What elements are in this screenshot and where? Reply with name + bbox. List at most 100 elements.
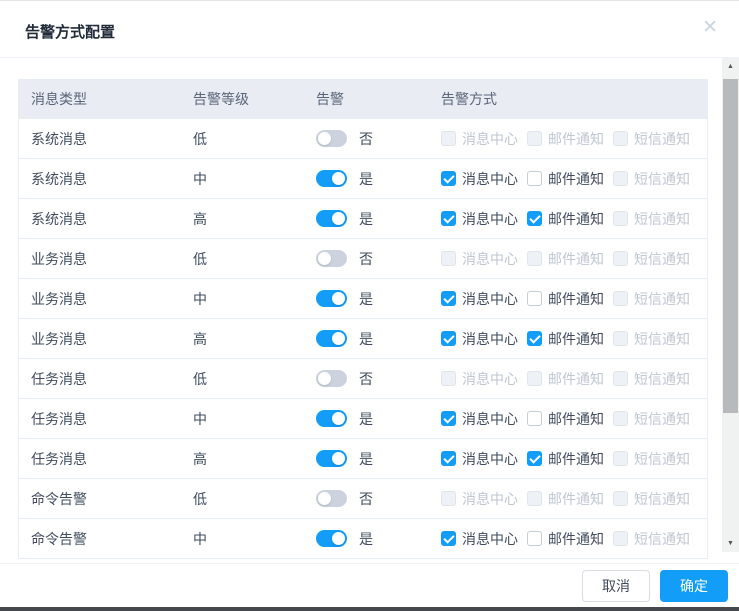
method-checkbox-sms: 短信通知 — [613, 489, 690, 509]
method-checkbox-email: 邮件通知 — [527, 369, 604, 389]
message-type-label: 任务消息 — [31, 370, 87, 387]
toggle-knob-icon — [318, 132, 331, 145]
method-checkbox-email[interactable]: 邮件通知 — [527, 209, 604, 229]
alert-methods-cell: 消息中心 邮件通知 短信通知 — [438, 489, 707, 509]
alert-toggle[interactable] — [316, 410, 347, 427]
window-bottom-edge — [0, 607, 739, 611]
alert-toggle[interactable] — [316, 370, 347, 387]
alert-toggle-state-label: 是 — [359, 410, 373, 427]
checkbox-icon — [613, 451, 628, 466]
cancel-button[interactable]: 取消 — [582, 570, 650, 602]
method-checkbox-message-center[interactable]: 消息中心 — [441, 529, 518, 549]
alert-toggle[interactable] — [316, 290, 347, 307]
header-alert: 告警 — [316, 91, 344, 107]
toggle-knob-icon — [332, 332, 345, 345]
dialog-footer: 取消 确定 — [0, 563, 739, 608]
table-row: 任务消息 中 是 消息中心 邮件通知 短信通知 — [19, 398, 707, 438]
table-row: 系统消息 高 是 消息中心 邮件通知 短信通知 — [19, 198, 707, 238]
alert-config-dialog: 告警方式配置 ✕ 消息类型 告警等级 告警 告警方式 系统消息 低 否 消息中心… — [0, 0, 739, 611]
alert-toggle[interactable] — [316, 450, 347, 467]
method-checkbox-email[interactable]: 邮件通知 — [527, 529, 604, 549]
checkbox-icon — [441, 171, 456, 186]
alert-toggle[interactable] — [316, 250, 347, 267]
checkbox-icon — [527, 131, 542, 146]
method-checkbox-email: 邮件通知 — [527, 129, 604, 149]
checkbox-icon — [527, 251, 542, 266]
confirm-button[interactable]: 确定 — [660, 570, 728, 602]
message-type-label: 业务消息 — [31, 330, 87, 347]
method-checkbox-message-center: 消息中心 — [441, 489, 518, 509]
table-row: 系统消息 中 是 消息中心 邮件通知 短信通知 — [19, 158, 707, 198]
alert-toggle[interactable] — [316, 330, 347, 347]
method-checkbox-message-center[interactable]: 消息中心 — [441, 329, 518, 349]
alert-level-label: 低 — [193, 130, 207, 147]
method-checkbox-sms: 短信通知 — [613, 369, 690, 389]
checkbox-icon — [527, 451, 542, 466]
method-checkbox-email[interactable]: 邮件通知 — [527, 329, 604, 349]
alert-level-label: 高 — [193, 330, 207, 347]
table-header-row: 消息类型 告警等级 告警 告警方式 — [19, 80, 707, 118]
table-row: 系统消息 低 否 消息中心 邮件通知 短信通知 — [19, 118, 707, 158]
alert-level-label: 中 — [193, 290, 207, 307]
scrollbar-up-arrow-icon[interactable]: ▲ — [722, 58, 739, 75]
checkbox-icon — [441, 211, 456, 226]
checkbox-icon — [527, 371, 542, 386]
method-checkbox-message-center: 消息中心 — [441, 369, 518, 389]
alert-toggle-state-label: 是 — [359, 210, 373, 227]
checkbox-icon — [613, 251, 628, 266]
scrollbar-thumb[interactable] — [723, 79, 738, 413]
method-checkbox-email[interactable]: 邮件通知 — [527, 449, 604, 469]
toggle-knob-icon — [332, 452, 345, 465]
checkbox-icon — [527, 491, 542, 506]
scrollbar[interactable]: ▲ ▼ — [722, 58, 739, 552]
checkbox-icon — [613, 331, 628, 346]
alert-toggle-state-label: 否 — [359, 250, 373, 267]
alert-level-label: 中 — [193, 410, 207, 427]
checkbox-icon — [613, 491, 628, 506]
method-checkbox-message-center[interactable]: 消息中心 — [441, 289, 518, 309]
checkbox-icon — [441, 491, 456, 506]
method-checkbox-message-center[interactable]: 消息中心 — [441, 449, 518, 469]
toggle-knob-icon — [332, 412, 345, 425]
method-checkbox-message-center[interactable]: 消息中心 — [441, 169, 518, 189]
table-row: 业务消息 中 是 消息中心 邮件通知 短信通知 — [19, 278, 707, 318]
method-checkbox-email[interactable]: 邮件通知 — [527, 409, 604, 429]
alert-toggle[interactable] — [316, 210, 347, 227]
method-checkbox-email[interactable]: 邮件通知 — [527, 289, 604, 309]
checkbox-icon — [527, 211, 542, 226]
toggle-knob-icon — [318, 252, 331, 265]
alert-toggle[interactable] — [316, 490, 347, 507]
method-checkbox-email[interactable]: 邮件通知 — [527, 169, 604, 189]
method-checkbox-message-center[interactable]: 消息中心 — [441, 409, 518, 429]
alert-toggle-state-label: 是 — [359, 330, 373, 347]
alert-toggle[interactable] — [316, 130, 347, 147]
checkbox-icon — [613, 531, 628, 546]
alert-toggle-state-label: 否 — [359, 130, 373, 147]
message-type-label: 命令告警 — [31, 530, 87, 547]
alert-methods-cell: 消息中心 邮件通知 短信通知 — [438, 369, 707, 389]
alert-methods-cell: 消息中心 邮件通知 短信通知 — [438, 329, 707, 349]
alert-methods-cell: 消息中心 邮件通知 短信通知 — [438, 209, 707, 229]
message-type-label: 业务消息 — [31, 250, 87, 267]
alert-level-label: 高 — [193, 450, 207, 467]
method-checkbox-sms: 短信通知 — [613, 449, 690, 469]
scrollbar-down-arrow-icon[interactable]: ▼ — [722, 535, 739, 552]
method-checkbox-sms: 短信通知 — [613, 209, 690, 229]
checkbox-icon — [527, 171, 542, 186]
method-checkbox-message-center[interactable]: 消息中心 — [441, 209, 518, 229]
alert-level-label: 低 — [193, 370, 207, 387]
alert-level-label: 中 — [193, 530, 207, 547]
header-alert-level: 告警等级 — [193, 91, 249, 107]
method-checkbox-email: 邮件通知 — [527, 249, 604, 269]
toggle-knob-icon — [332, 532, 345, 545]
alert-toggle[interactable] — [316, 530, 347, 547]
alert-toggle-state-label: 否 — [359, 370, 373, 387]
dialog-title: 告警方式配置 — [25, 24, 116, 41]
close-icon[interactable]: ✕ — [702, 18, 718, 37]
message-type-label: 命令告警 — [31, 490, 87, 507]
alert-toggle[interactable] — [316, 170, 347, 187]
method-checkbox-message-center: 消息中心 — [441, 129, 518, 149]
method-checkbox-email: 邮件通知 — [527, 489, 604, 509]
checkbox-icon — [441, 411, 456, 426]
message-type-label: 系统消息 — [31, 130, 87, 147]
